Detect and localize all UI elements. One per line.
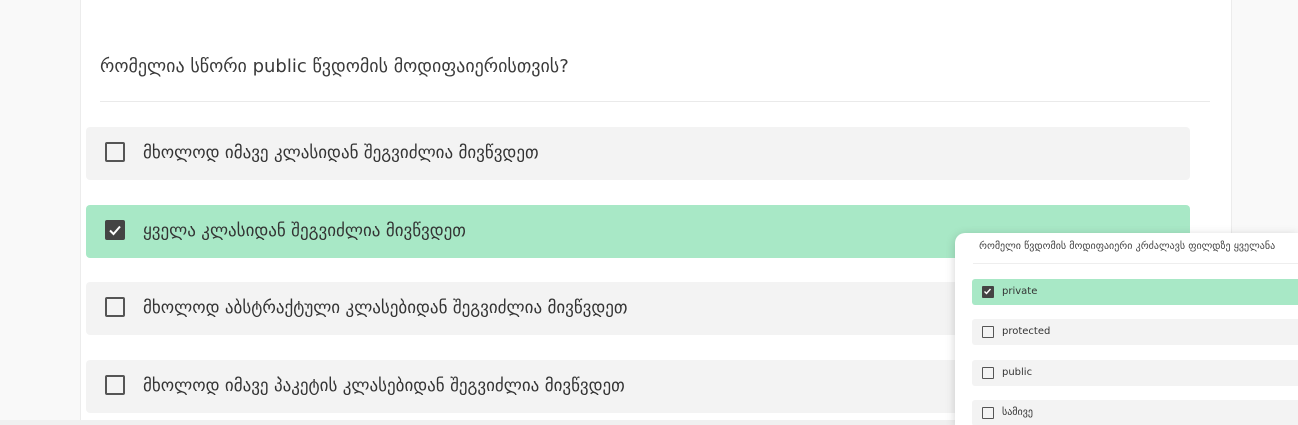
preview-option-label: protected <box>1002 326 1051 337</box>
preview-option-label: სამივე <box>1002 407 1033 418</box>
option-label: მხოლოდ იმავე პაკეტის კლასებიდან შეგვიძლი… <box>143 376 625 396</box>
checkbox-unchecked-icon[interactable] <box>105 375 125 395</box>
option-1[interactable]: მხოლოდ იმავე კლასიდან შეგვიძლია მივწვდეთ <box>86 127 1190 180</box>
checkbox-unchecked-icon[interactable] <box>982 326 994 338</box>
checkbox-unchecked-icon[interactable] <box>982 367 994 379</box>
checkbox-unchecked-icon[interactable] <box>982 407 994 419</box>
preview-option-label: public <box>1002 367 1033 378</box>
option-label: ყველა კლასიდან შეგვიძლია მივწვდეთ <box>143 221 466 241</box>
option-label: მხოლოდ აბსტრაქტული კლასებიდან შეგვიძლია … <box>143 298 628 318</box>
divider <box>100 101 1210 102</box>
preview-option-label: private <box>1002 286 1038 297</box>
checkbox-checked-icon[interactable] <box>105 220 125 240</box>
preview-option-3[interactable]: public <box>972 360 1298 386</box>
checkbox-checked-icon[interactable] <box>982 286 994 298</box>
checkbox-unchecked-icon[interactable] <box>105 142 125 162</box>
question-text: რომელია სწორი public წვდომის მოდიფაიერის… <box>100 56 569 77</box>
preview-option-2[interactable]: protected <box>972 319 1298 345</box>
preview-option-4[interactable]: სამივე <box>972 400 1298 425</box>
preview-divider <box>973 263 1298 264</box>
preview-question-text: რომელი წვდომის მოდიფაიერი კრძალავს ფილდზ… <box>979 241 1276 252</box>
question-preview-popup[interactable]: რომელი წვდომის მოდიფაიერი კრძალავს ფილდზ… <box>955 233 1298 425</box>
option-label: მხოლოდ იმავე კლასიდან შეგვიძლია მივწვდეთ <box>143 143 539 163</box>
checkbox-unchecked-icon[interactable] <box>105 297 125 317</box>
preview-option-1[interactable]: private <box>972 279 1298 305</box>
